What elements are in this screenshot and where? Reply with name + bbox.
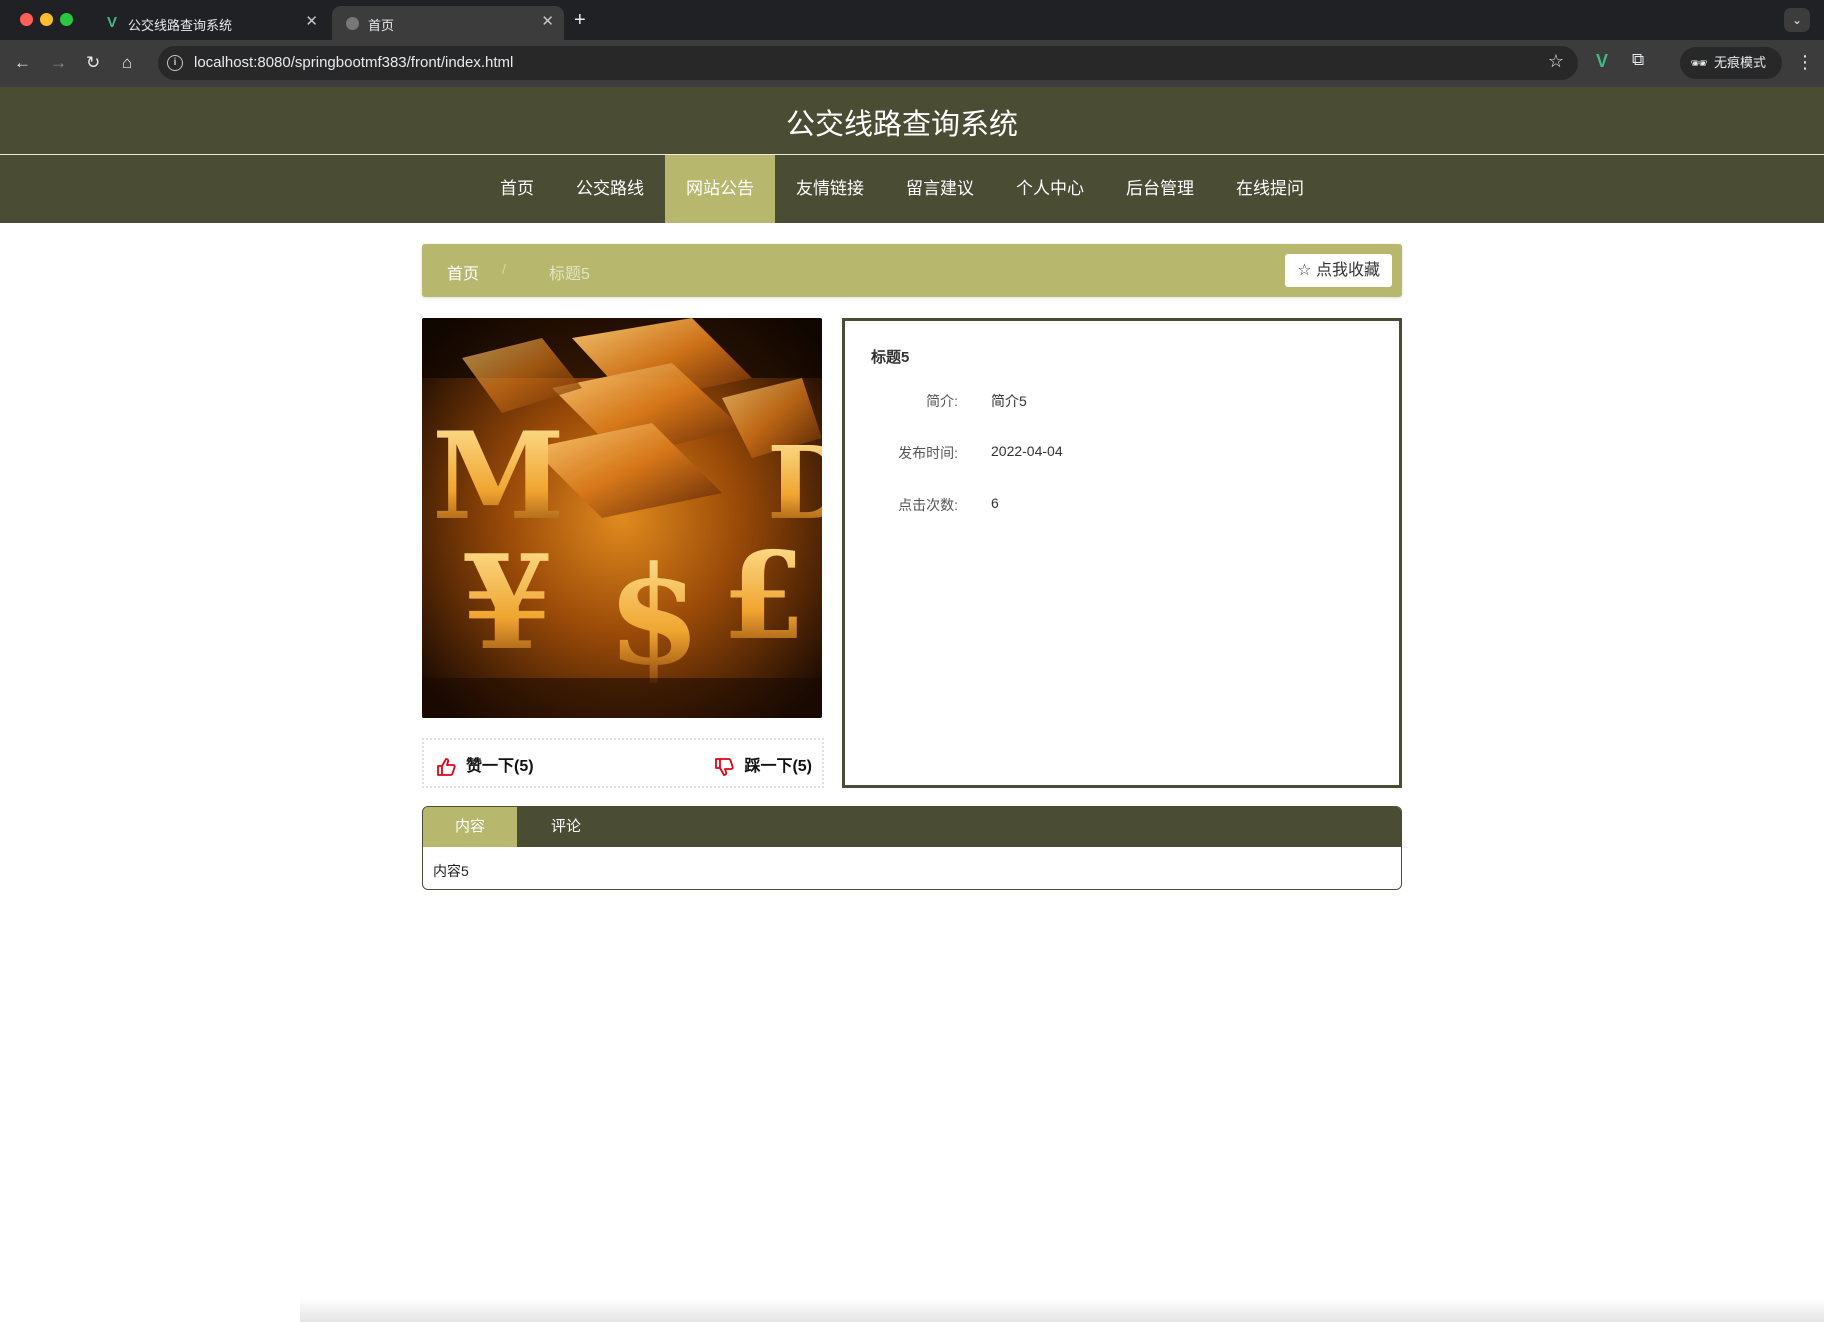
nav-list: 首页 公交路线 网站公告 友情链接 留言建议 个人中心 后台管理 在线提问 xyxy=(0,155,1804,223)
browser-toolbar: ← → ↻ ⌂ i localhost:8080/springbootmf383… xyxy=(0,40,1824,87)
tab-content[interactable]: 内容 xyxy=(423,807,517,847)
browser-tab-2[interactable]: 首页 ✕ xyxy=(332,6,564,40)
detail-row-publish-time: 发布时间: 2022-04-04 xyxy=(845,443,1399,463)
vue-logo-icon: V xyxy=(106,14,117,31)
like-label: 赞一下(5) xyxy=(466,758,534,775)
main-nav: 首页 公交路线 网站公告 友情链接 留言建议 个人中心 后台管理 在线提问 xyxy=(0,155,1824,223)
nav-item-profile[interactable]: 个人中心 xyxy=(995,155,1105,223)
breadcrumb-separator: / xyxy=(502,261,506,277)
breadcrumb-home-link[interactable]: 首页 xyxy=(447,260,479,284)
tab-strip: V 公交线路查询系统 ✕ 首页 ✕ + ⌄ xyxy=(0,0,1824,40)
star-outline-icon: ☆ xyxy=(1297,262,1312,279)
close-window-button[interactable] xyxy=(20,13,33,26)
nav-item-announcements[interactable]: 网站公告 xyxy=(665,155,775,223)
tab-title: 首页 xyxy=(368,18,395,33)
thumbs-up-icon xyxy=(437,757,456,776)
tab-comments[interactable]: 评论 xyxy=(517,807,615,847)
vote-bar: 赞一下(5) 踩一下(5) xyxy=(422,738,824,788)
browser-tab-1[interactable]: V 公交线路查询系统 ✕ xyxy=(92,6,328,40)
tab-search-chevron-icon[interactable]: ⌄ xyxy=(1784,8,1810,32)
tab-title: 公交线路查询系统 xyxy=(128,18,233,33)
browser-chrome: V 公交线路查询系统 ✕ 首页 ✕ + ⌄ ← → ↻ ⌂ i localhos… xyxy=(0,0,1824,87)
browser-menu-icon[interactable]: ⋮ xyxy=(1796,52,1814,72)
address-bar[interactable]: i localhost:8080/springbootmf383/front/i… xyxy=(158,46,1578,80)
detail-row-click-count: 点击次数: 6 xyxy=(845,495,1399,515)
forward-arrow-icon[interactable]: → xyxy=(50,52,67,74)
nav-item-feedback[interactable]: 留言建议 xyxy=(885,155,995,223)
back-arrow-icon[interactable]: ← xyxy=(14,52,31,74)
site-title: 公交线路查询系统 xyxy=(785,109,1018,141)
dislike-button[interactable]: 踩一下(5) xyxy=(714,752,812,777)
nav-item-bus-routes[interactable]: 公交路线 xyxy=(555,155,665,223)
breadcrumb-current: 标题5 xyxy=(549,266,590,283)
thumbs-down-icon xyxy=(715,757,735,776)
home-icon[interactable]: ⌂ xyxy=(122,52,132,74)
favorite-button[interactable]: ☆ 点我收藏 xyxy=(1285,254,1392,287)
close-icon[interactable]: ✕ xyxy=(541,13,554,31)
minimize-window-button[interactable] xyxy=(40,13,53,26)
reload-icon[interactable]: ↻ xyxy=(86,52,100,74)
detail-panel: 标题5 简介: 简介5 发布时间: 2022-04-04 点击次数: 6 xyxy=(842,318,1402,788)
dislike-label: 踩一下(5) xyxy=(744,758,812,775)
vue-devtools-extension-icon[interactable]: V xyxy=(1596,51,1608,72)
svg-text:£: £ xyxy=(722,526,806,667)
svg-text:¥: ¥ xyxy=(462,526,552,679)
nav-item-links[interactable]: 友情链接 xyxy=(775,155,885,223)
favorite-label: 点我收藏 xyxy=(1315,262,1380,279)
tab-content-body: 内容5 xyxy=(433,863,469,879)
currency-gold-image: M ¥ $ £ D xyxy=(422,318,822,718)
detail-label: 发布时间: xyxy=(898,445,958,461)
detail-value: 6 xyxy=(991,495,999,511)
incognito-indicator[interactable]: 🕶 无痕模式 xyxy=(1680,47,1782,79)
maximize-window-button[interactable] xyxy=(60,13,73,26)
detail-title: 标题5 xyxy=(871,349,910,366)
detail-label: 点击次数: xyxy=(898,497,958,513)
detail-row-summary: 简介: 简介5 xyxy=(845,391,1399,411)
detail-value: 2022-04-04 xyxy=(991,443,1063,459)
tabs-header: 内容 评论 xyxy=(423,807,1401,847)
breadcrumb: 首页 / 标题5 ☆ 点我收藏 xyxy=(422,244,1402,297)
nav-item-qa[interactable]: 在线提问 xyxy=(1215,155,1325,223)
svg-text:$: $ xyxy=(607,536,701,695)
incognito-icon: 🕶 xyxy=(1690,55,1708,71)
url-text[interactable]: localhost:8080/springbootmf383/front/ind… xyxy=(194,54,513,71)
site-header: 公交线路查询系统 xyxy=(0,87,1824,155)
site-info-icon[interactable]: i xyxy=(167,55,183,71)
svg-text:D: D xyxy=(767,424,822,542)
announcement-image: M ¥ $ £ D xyxy=(422,318,822,718)
new-tab-button[interactable]: + xyxy=(574,8,586,32)
like-button[interactable]: 赞一下(5) xyxy=(436,752,534,777)
close-icon[interactable]: ✕ xyxy=(305,13,318,31)
bookmark-star-icon[interactable]: ☆ xyxy=(1548,51,1564,72)
detail-value: 简介5 xyxy=(991,393,1027,409)
extensions-puzzle-icon[interactable]: ⧉ xyxy=(1632,50,1644,70)
detail-label: 简介: xyxy=(926,393,958,409)
nav-item-admin[interactable]: 后台管理 xyxy=(1105,155,1215,223)
nav-item-home[interactable]: 首页 xyxy=(479,155,555,223)
content-tabs: 内容 评论 内容5 xyxy=(422,806,1402,890)
incognito-label: 无痕模式 xyxy=(1714,55,1767,70)
globe-icon xyxy=(344,15,360,31)
page-bottom-shadow xyxy=(300,1298,1824,1322)
